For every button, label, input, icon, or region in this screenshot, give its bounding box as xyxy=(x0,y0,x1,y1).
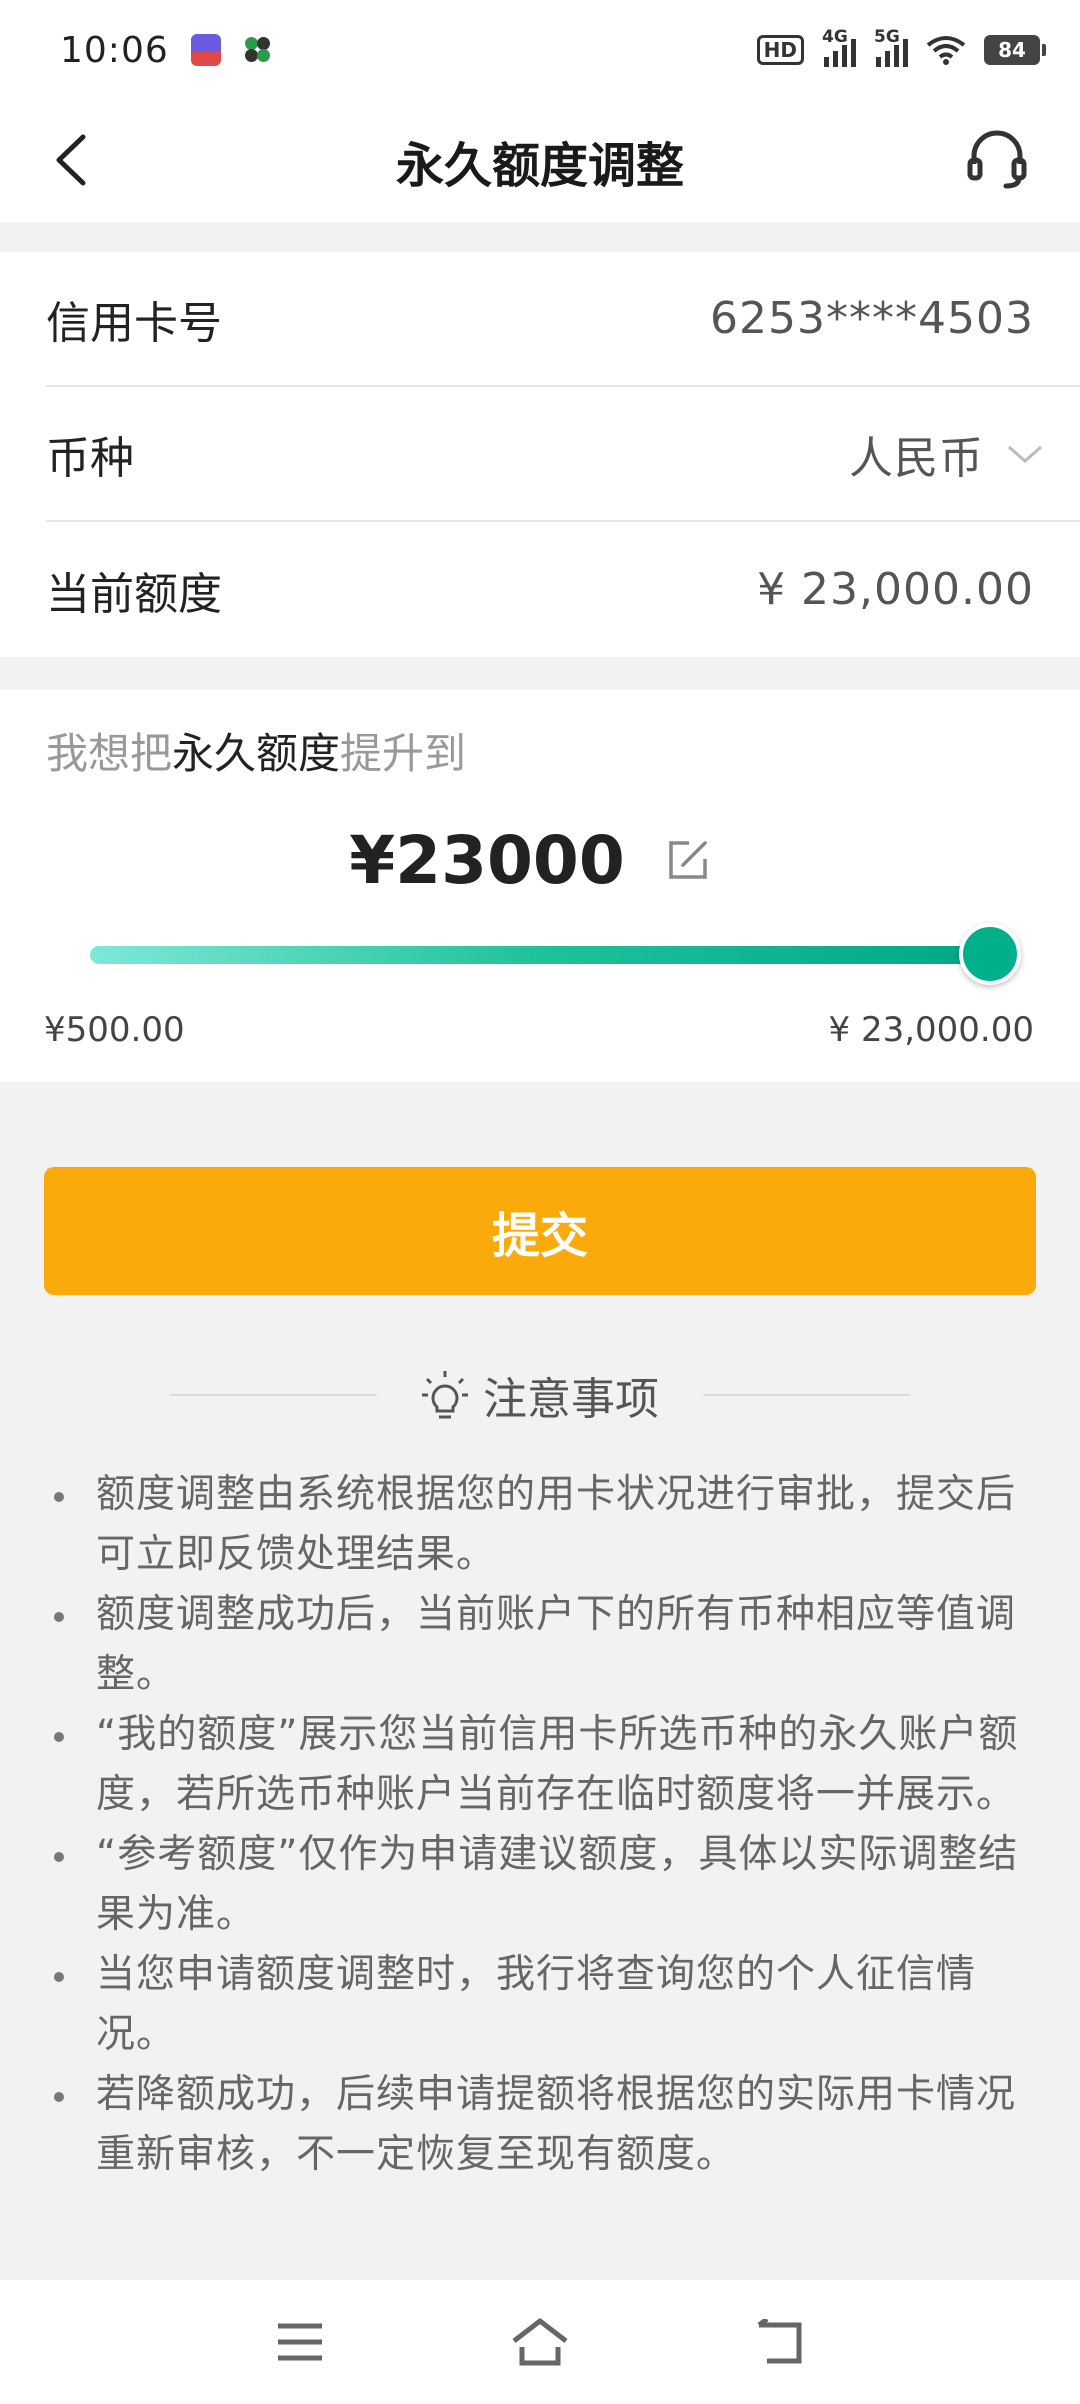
signal-5g-icon: 5G xyxy=(874,27,908,67)
notification-app-icon xyxy=(190,34,221,66)
limit-slider-thumb[interactable] xyxy=(959,923,1021,985)
divider-right xyxy=(703,1394,910,1396)
notice-item: “我的额度”展示您当前信用卡所选币种的永久账户额度，若所选币种账户当前存在临时额… xyxy=(46,1705,1036,1825)
customer-service-button[interactable] xyxy=(962,124,1032,194)
currency-value: 人民币 xyxy=(849,432,984,484)
hd-icon: HD xyxy=(756,35,804,65)
notice-title-wrap: 注意事项 xyxy=(377,1363,703,1427)
status-bar: 10:06 HD 4G 5G 84 xyxy=(0,0,1080,100)
adjust-prompt: 我想把永久额度提升到 xyxy=(46,720,466,781)
return-icon xyxy=(757,2319,802,2364)
limit-slider-track[interactable] xyxy=(90,946,990,964)
home-icon xyxy=(512,2318,568,2366)
chevron-down-icon xyxy=(1008,445,1042,463)
notice-item: “参考额度”仅作为申请建议额度，具体以实际调整结果为准。 xyxy=(46,1825,1036,1945)
back-button[interactable] xyxy=(40,130,100,190)
prompt-suffix: 提升到 xyxy=(340,729,467,778)
notice-item: 当您申请额度调整时，我行将查询您的个人征信情况。 xyxy=(46,1945,1036,2065)
page-title: 永久额度调整 xyxy=(395,138,684,194)
card-info-section: 信用卡号 6253****4503 币种 人民币 当前额度 ¥ 23,000.0… xyxy=(0,252,1080,657)
system-nav-bar xyxy=(0,2280,1080,2404)
status-right: HD 4G 5G 84 xyxy=(756,27,1046,67)
range-min-label: ¥500.00 xyxy=(44,1010,185,1050)
submit-button[interactable]: 提交 xyxy=(44,1167,1036,1295)
notification-app-icon-2 xyxy=(243,35,273,65)
back-nav-button[interactable] xyxy=(745,2307,815,2377)
currency-select[interactable]: 人民币 xyxy=(849,422,1042,486)
status-time: 10:06 xyxy=(60,29,169,71)
current-limit-label: 当前额度 xyxy=(46,568,222,620)
notice-item: 若降额成功，后续申请提额将根据您的实际用卡情况重新审核，不一定恢复至现有额度。 xyxy=(46,2065,1036,2185)
notice-item: 额度调整成功后，当前账户下的所有币种相应等值调整。 xyxy=(46,1585,1036,1705)
limit-adjust-section: 我想把永久额度提升到 ¥23000 ¥500.00 ¥ 23,000.00 xyxy=(0,690,1080,1082)
card-number-value: 6253****4503 xyxy=(710,293,1034,344)
nav-bar: 永久额度调整 xyxy=(0,100,1080,222)
battery-icon: 84 xyxy=(984,35,1046,65)
card-number-row: 信用卡号 6253****4503 xyxy=(46,252,1080,387)
lightbulb-icon xyxy=(422,1371,468,1419)
notice-header: 注意事项 xyxy=(170,1360,910,1430)
currency-label: 币种 xyxy=(46,432,134,484)
status-left: 10:06 xyxy=(60,30,273,71)
headset-icon xyxy=(967,130,1027,189)
prompt-highlight: 永久额度 xyxy=(172,729,341,778)
amount-row: ¥23000 xyxy=(0,810,1080,910)
card-number-label: 信用卡号 xyxy=(46,297,222,349)
menu-icon xyxy=(278,2323,322,2361)
notice-list: 额度调整由系统根据您的用卡状况进行审批，提交后可立即反馈处理结果。 额度调整成功… xyxy=(46,1465,1036,2185)
notice-title: 注意事项 xyxy=(483,1374,659,1425)
chevron-left-icon xyxy=(56,134,86,186)
prompt-prefix: 我想把 xyxy=(46,729,173,778)
currency-row[interactable]: 币种 人民币 xyxy=(46,387,1080,522)
range-max-label: ¥ 23,000.00 xyxy=(828,1010,1034,1050)
menu-button[interactable] xyxy=(265,2307,335,2377)
home-button[interactable] xyxy=(505,2307,575,2377)
current-limit-value: ¥ 23,000.00 xyxy=(757,564,1034,615)
signal-4g-icon: 4G xyxy=(822,27,856,67)
notice-item: 额度调整由系统根据您的用卡状况进行审批，提交后可立即反馈处理结果。 xyxy=(46,1465,1036,1585)
current-limit-row: 当前额度 ¥ 23,000.00 xyxy=(46,522,1080,657)
edit-icon[interactable] xyxy=(665,837,711,883)
target-amount: ¥23000 xyxy=(349,821,625,899)
wifi-icon xyxy=(926,36,966,65)
divider-left xyxy=(170,1394,377,1396)
